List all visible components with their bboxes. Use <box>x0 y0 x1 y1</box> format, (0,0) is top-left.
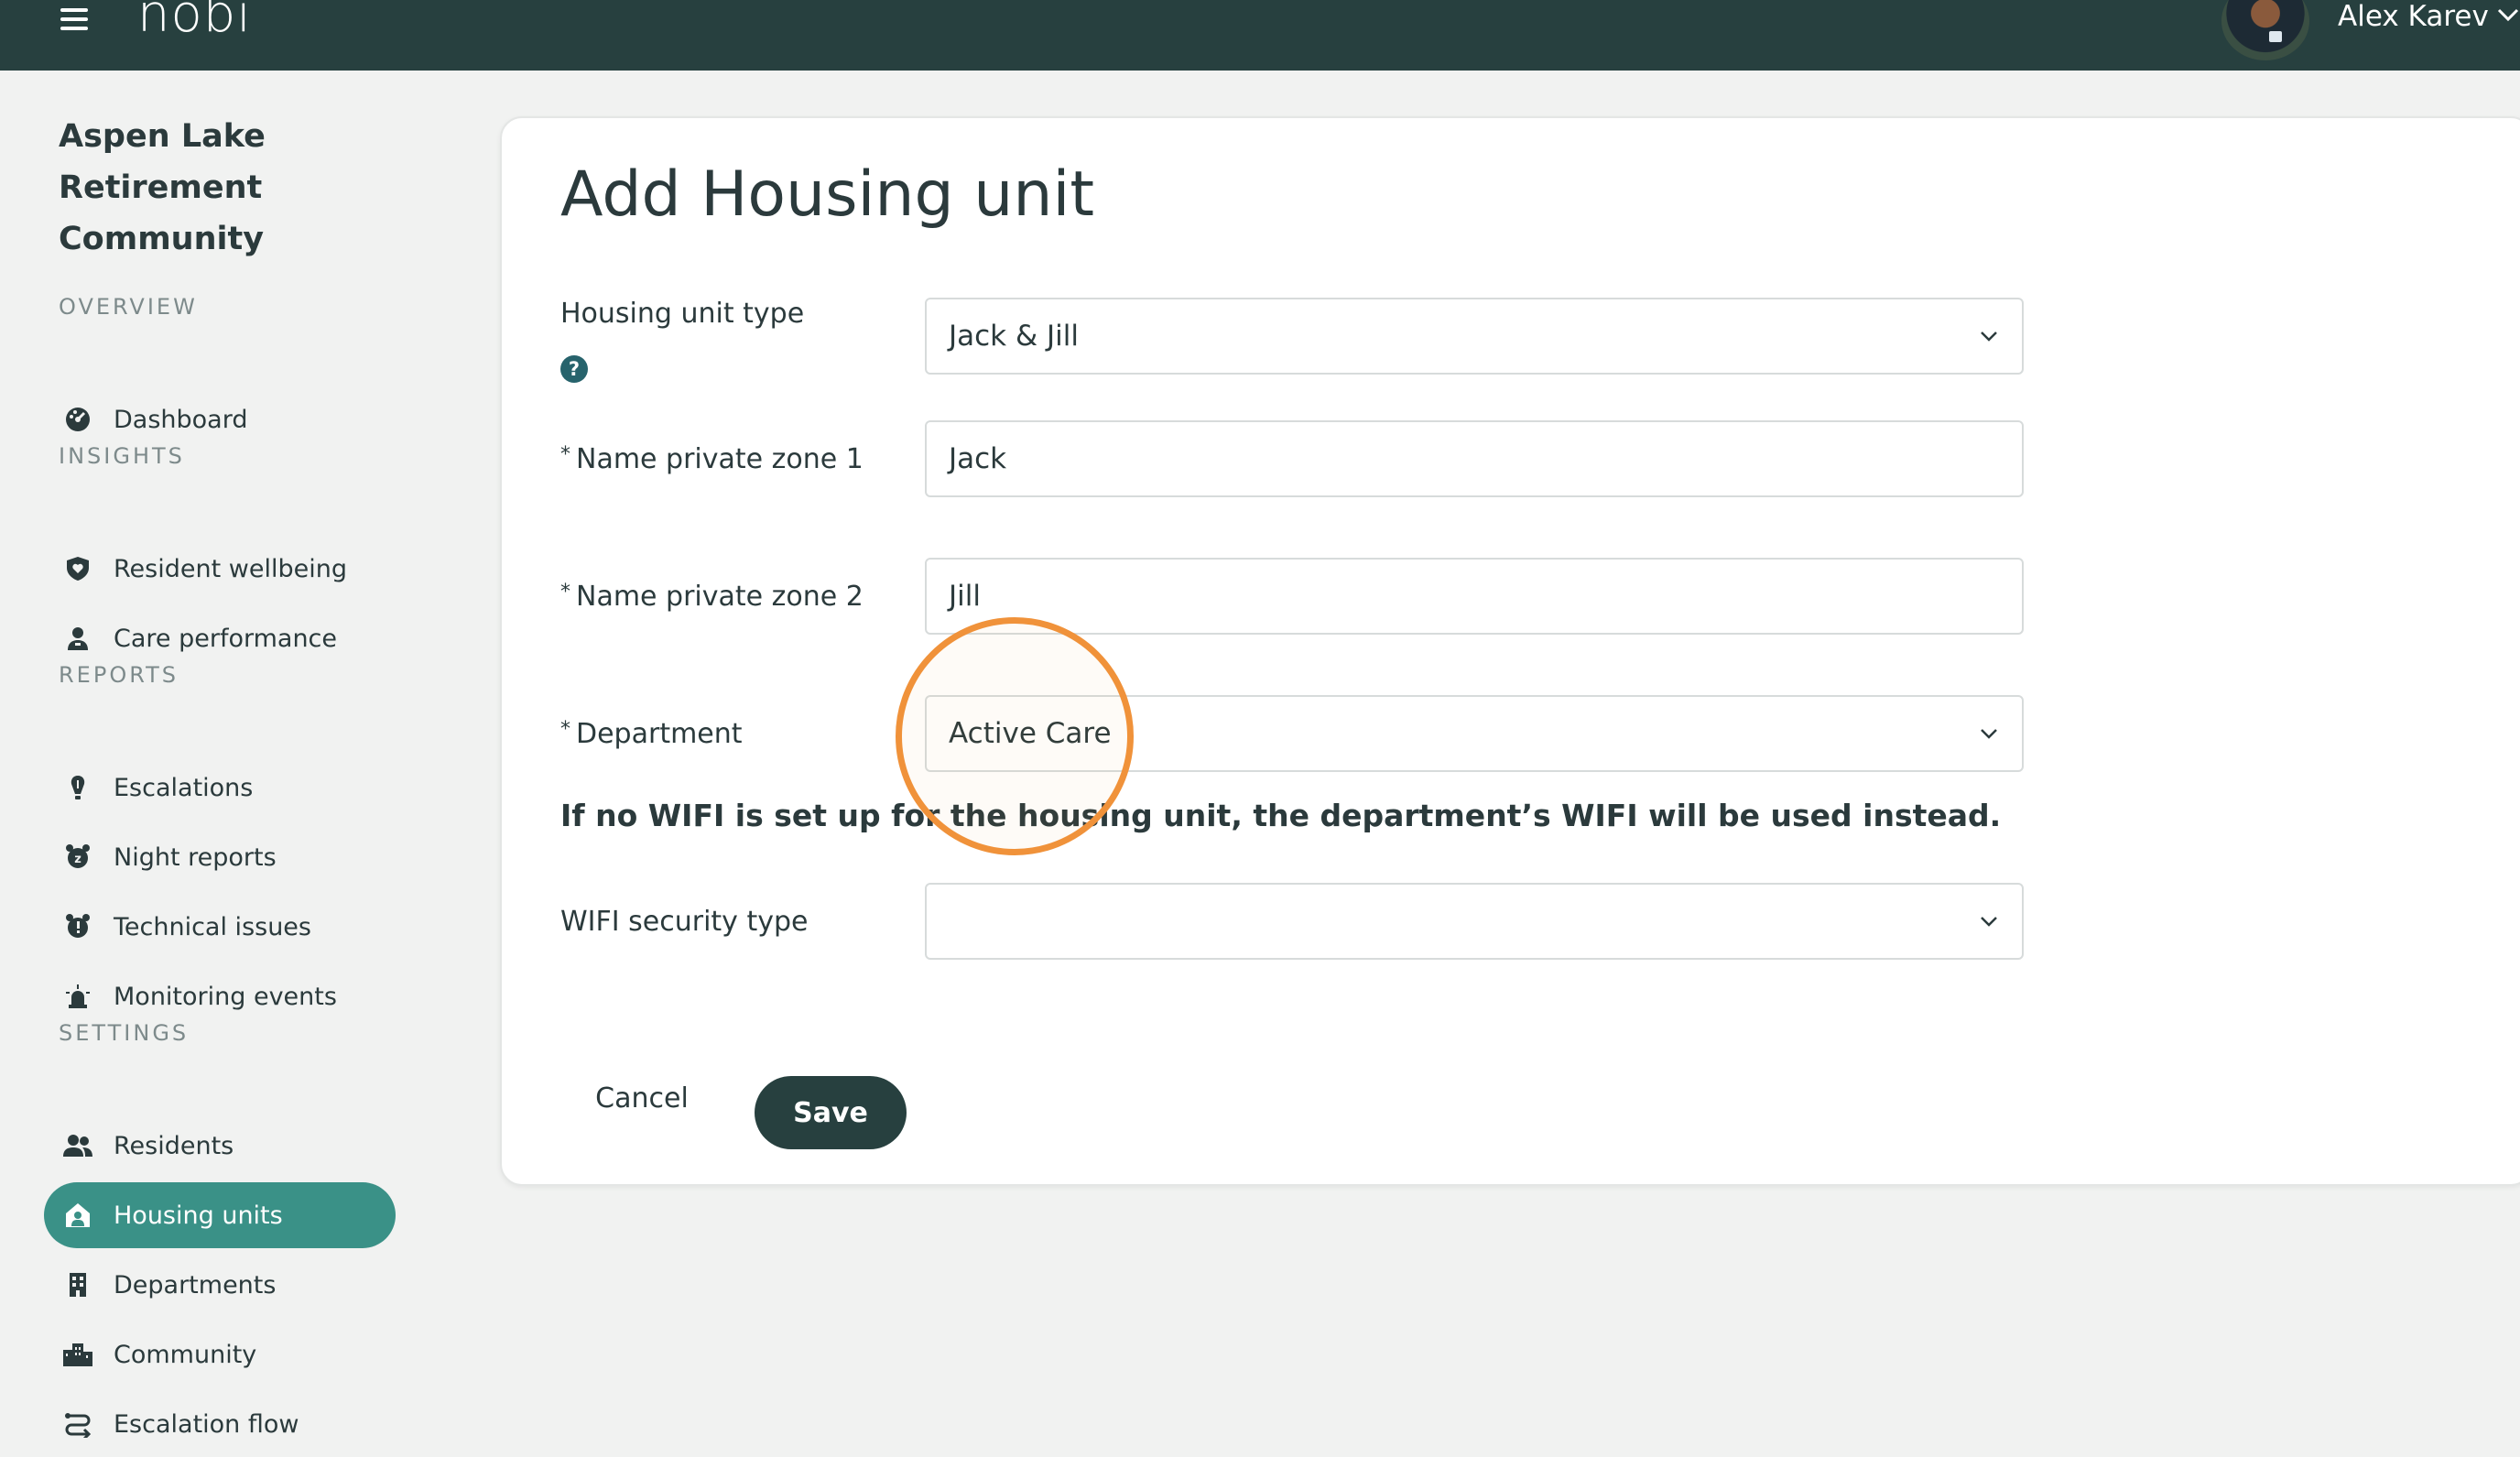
sidebar-item-escalations[interactable]: Escalations <box>44 755 396 821</box>
zone1-label: * Name private zone 1 <box>560 443 864 475</box>
sidebar-item-label: Care performance <box>114 624 338 653</box>
alert-icon <box>62 772 93 803</box>
sidebar-item-label: Residents <box>114 1131 234 1160</box>
sidebar-item-label: Housing units <box>114 1201 283 1230</box>
zone2-label-text: Name private zone 2 <box>576 581 864 613</box>
section-overview: OVERVIEW <box>59 294 198 320</box>
house-user-icon <box>62 1200 93 1231</box>
zone1-label-text: Name private zone 1 <box>576 443 864 475</box>
sidebar-item-residents[interactable]: Residents <box>44 1113 396 1179</box>
section-insights: INSIGHTS <box>59 443 185 469</box>
housing-unit-type-select[interactable]: Jack & Jill <box>925 298 2024 375</box>
page-title: Add Housing unit <box>560 158 1095 231</box>
app-logo[interactable]: nobi <box>137 0 252 42</box>
department-label-text: Department <box>576 718 743 750</box>
wifi-info-text: If no WIFI is set up for the housing uni… <box>560 798 2002 833</box>
flow-icon <box>62 1408 93 1440</box>
section-settings: SETTINGS <box>59 1020 190 1046</box>
wifi-security-label: WIFI security type <box>560 906 809 938</box>
chevron-down-icon <box>1981 729 1997 739</box>
zone2-input[interactable]: Jill <box>925 558 2024 635</box>
menu-icon[interactable] <box>60 5 93 33</box>
sidebar-item-departments[interactable]: Departments <box>44 1252 396 1318</box>
people-icon <box>62 1130 93 1161</box>
dashboard-icon <box>62 404 93 435</box>
sidebar-item-resident-wellbeing[interactable]: Resident wellbeing <box>44 536 396 602</box>
housing-unit-type-label: Housing unit type <box>560 298 805 330</box>
zone1-input[interactable]: Jack <box>925 420 2024 497</box>
avatar[interactable] <box>2221 0 2309 60</box>
required-mark: * <box>560 443 570 466</box>
save-button[interactable]: Save <box>755 1076 907 1149</box>
community-name: Aspen Lake Retirement Community <box>59 118 266 257</box>
siren-icon <box>62 981 93 1012</box>
chevron-down-icon[interactable] <box>2496 5 2520 24</box>
required-mark: * <box>560 718 570 741</box>
alarm-warning-icon <box>62 911 93 942</box>
sidebar-item-escalation-flow[interactable]: Escalation flow <box>44 1391 396 1457</box>
department-label: * Department <box>560 718 743 750</box>
sidebar-item-technical-issues[interactable]: Technical issues <box>44 894 396 960</box>
chevron-down-icon <box>1981 917 1997 927</box>
sidebar-item-label: Departments <box>114 1270 277 1299</box>
input-value: Jack <box>949 442 1007 475</box>
help-icon[interactable]: ? <box>560 355 588 383</box>
alarm-clock-icon: z <box>62 842 93 873</box>
sidebar-item-night-reports[interactable]: z Night reports <box>44 824 396 890</box>
sidebar-item-label: Escalation flow <box>114 1409 299 1439</box>
top-bar: nobi Alex Karev <box>0 0 2520 71</box>
zone2-label: * Name private zone 2 <box>560 581 864 613</box>
sidebar: Aspen Lake Retirement Community OVERVIEW… <box>0 71 458 1439</box>
sidebar-item-housing-units[interactable]: Housing units <box>44 1182 396 1248</box>
cancel-button[interactable]: Cancel <box>582 1071 701 1125</box>
required-mark: * <box>560 581 570 603</box>
sidebar-item-label: Community <box>114 1340 257 1369</box>
sidebar-item-label: Night reports <box>114 843 277 872</box>
sidebar-item-label: Escalations <box>114 773 254 802</box>
select-value: Active Care <box>949 717 1112 750</box>
caregiver-icon <box>62 623 93 654</box>
section-reports: REPORTS <box>59 662 179 688</box>
department-select[interactable]: Active Care <box>925 695 2024 772</box>
wifi-security-select[interactable] <box>925 883 2024 960</box>
sidebar-item-label: Technical issues <box>114 912 311 941</box>
svg-text:z: z <box>74 853 81 866</box>
sidebar-item-community[interactable]: Community <box>44 1321 396 1387</box>
city-icon <box>62 1339 93 1370</box>
form-card: Add Housing unit Housing unit type ? Jac… <box>500 116 2520 1186</box>
shield-heart-icon <box>62 553 93 584</box>
input-value: Jill <box>949 580 981 613</box>
user-name[interactable]: Alex Karev <box>2338 0 2489 33</box>
sidebar-item-label: Resident wellbeing <box>114 554 347 583</box>
sidebar-item-label: Monitoring events <box>114 982 337 1011</box>
chevron-down-icon <box>1981 332 1997 342</box>
building-icon <box>62 1269 93 1300</box>
sidebar-item-label: Dashboard <box>114 405 248 434</box>
select-value: Jack & Jill <box>949 320 1079 353</box>
